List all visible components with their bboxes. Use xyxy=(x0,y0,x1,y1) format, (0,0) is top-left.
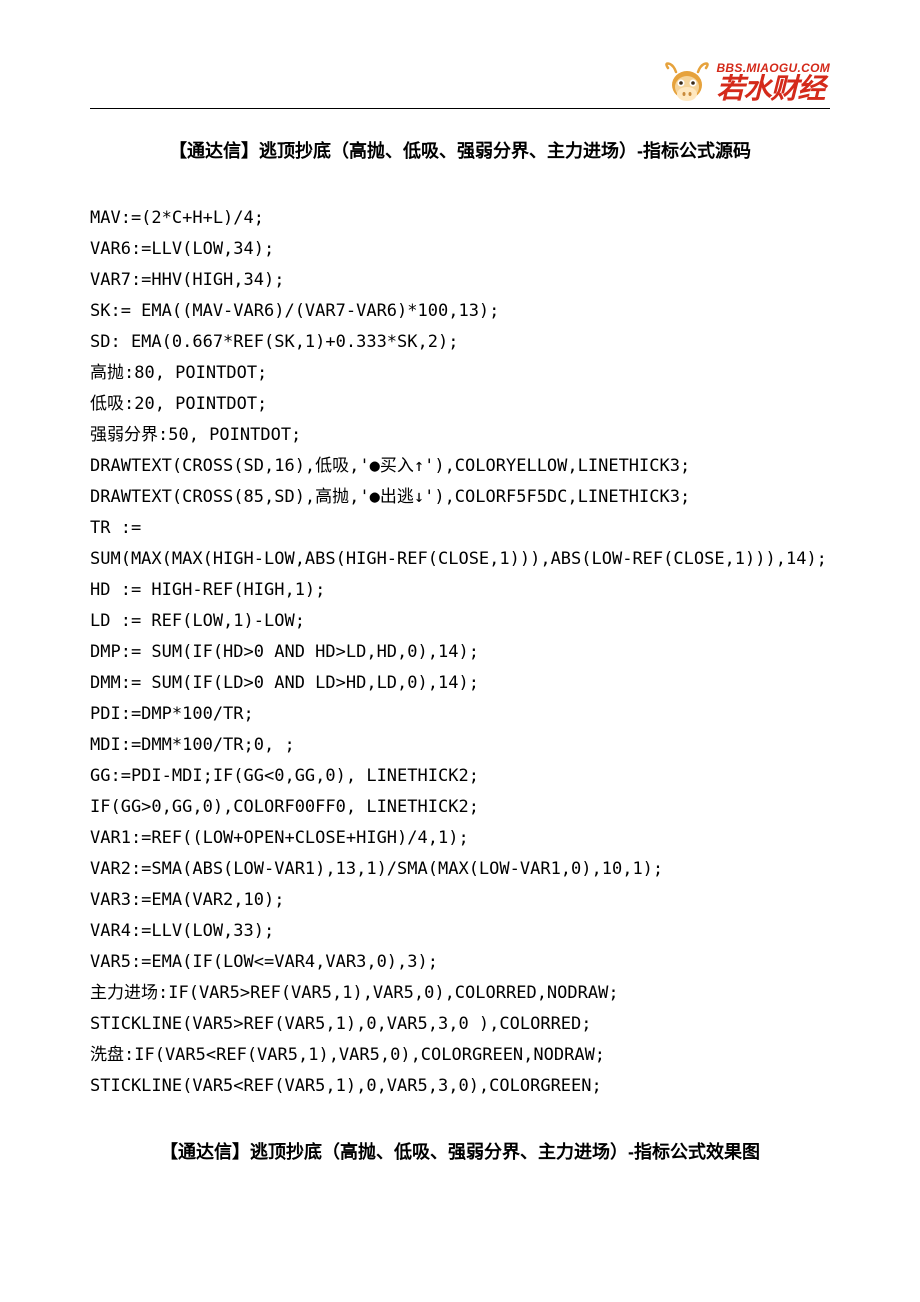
site-logo: BBS.MIAOGU.COM 若水财经 xyxy=(662,60,830,104)
bull-mascot-icon xyxy=(662,60,712,104)
page-header: BBS.MIAOGU.COM 若水财经 xyxy=(90,60,830,109)
formula-source-code: MAV:=(2*C+H+L)/4; VAR6:=LLV(LOW,34); VAR… xyxy=(90,203,830,1102)
article-subtitle: 【通达信】逃顶抄底（高抛、低吸、强弱分界、主力进场）-指标公式效果图 xyxy=(90,1138,830,1164)
article-title: 【通达信】逃顶抄底（高抛、低吸、强弱分界、主力进场）-指标公式源码 xyxy=(90,137,830,163)
document-page: BBS.MIAOGU.COM 若水财经 【通达信】逃顶抄底（高抛、低吸、强弱分界… xyxy=(0,0,920,1224)
logo-url: BBS.MIAOGU.COM xyxy=(716,62,830,74)
logo-text-block: BBS.MIAOGU.COM 若水财经 xyxy=(716,62,830,103)
logo-cn: 若水财经 xyxy=(716,75,830,103)
